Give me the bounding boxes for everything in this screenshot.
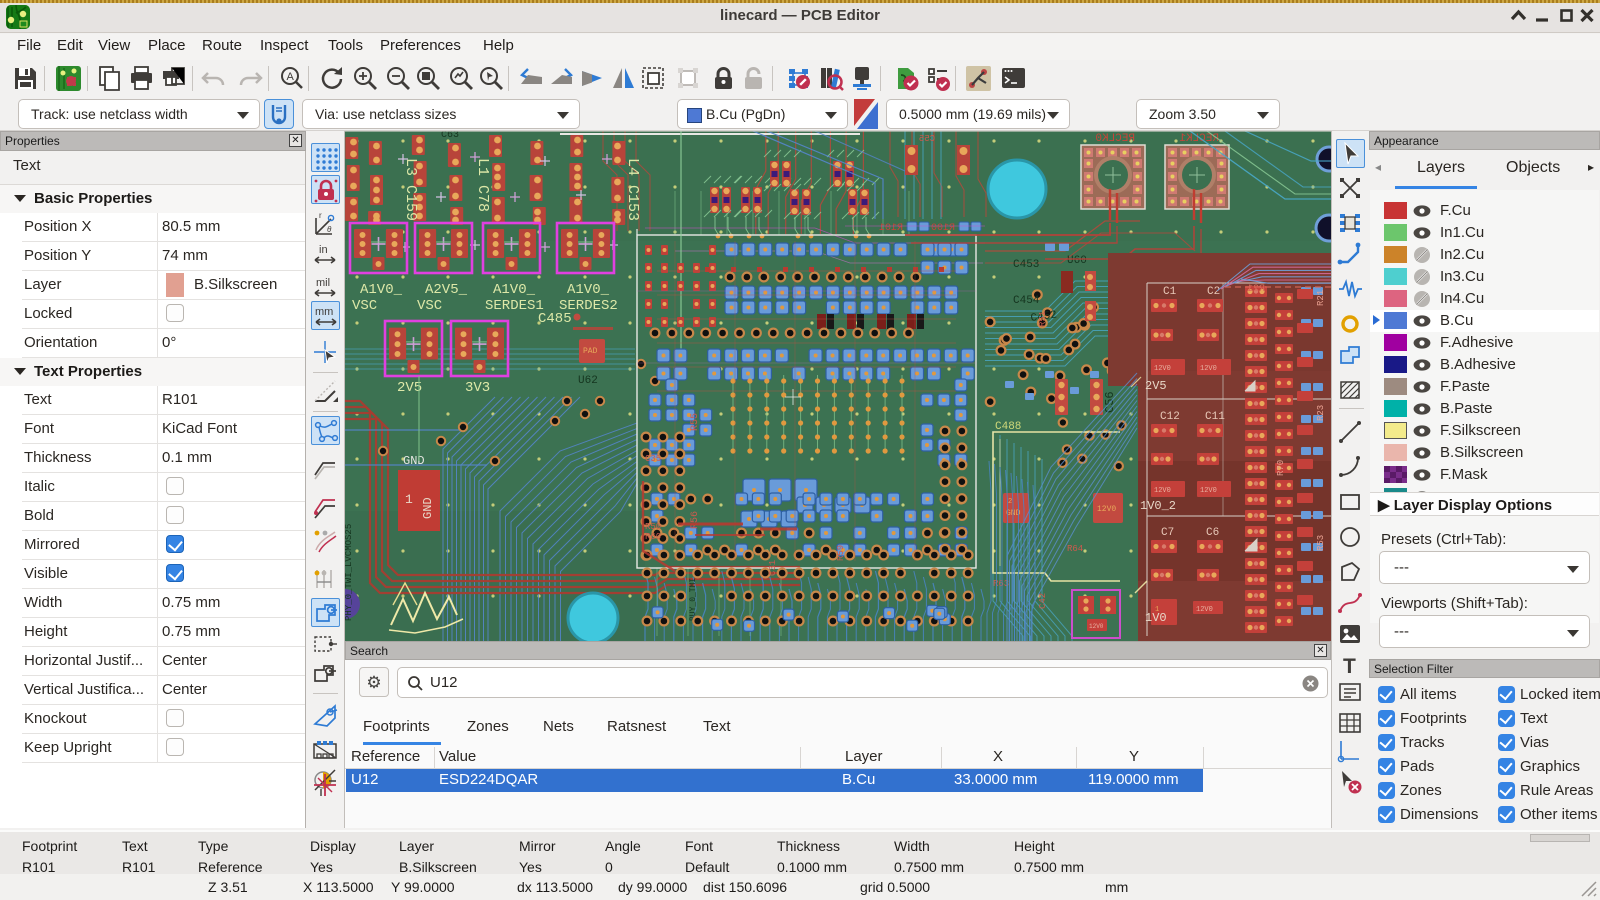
svg-text:U60: U60 <box>1067 255 1087 267</box>
svg-text:R101: R101 <box>879 223 903 234</box>
svg-text:12V0: 12V0 <box>1097 505 1116 514</box>
svg-text:in: in <box>319 244 328 256</box>
svg-text:C7: C7 <box>1161 527 1174 539</box>
svg-text:R64: R64 <box>1067 544 1083 554</box>
svg-text:R59: R59 <box>836 545 846 561</box>
svg-text:R51: R51 <box>1038 311 1048 327</box>
svg-text:mil: mil <box>316 277 330 289</box>
svg-text:A1V0_: A1V0_ <box>360 282 403 298</box>
svg-text:C453: C453 <box>1013 259 1039 271</box>
svg-text:U62: U62 <box>578 375 598 387</box>
svg-text:R55: R55 <box>690 413 701 431</box>
svg-text:PAD: PAD <box>583 347 598 356</box>
svg-text:VSC: VSC <box>352 298 377 314</box>
svg-text:C2: C2 <box>1207 286 1220 298</box>
svg-text:C454: C454 <box>1013 295 1040 307</box>
svg-text:R21: R21 <box>1316 290 1326 306</box>
svg-text:L1 C78: L1 C78 <box>474 158 491 212</box>
svg-text:12V0: 12V0 <box>1200 487 1217 495</box>
svg-text:R53: R53 <box>1316 535 1326 551</box>
svg-text:A1V0_: A1V0_ <box>493 282 536 298</box>
svg-text:SERDES1: SERDES1 <box>485 298 544 314</box>
svg-text:T: T <box>1343 655 1356 678</box>
svg-text:R21: R21 <box>1247 284 1265 295</box>
svg-text:R23: R23 <box>1316 405 1326 421</box>
svg-text:r: r <box>319 211 322 220</box>
svg-text:L3 C159: L3 C159 <box>402 158 419 221</box>
svg-text:1V0_2: 1V0_2 <box>1140 499 1176 513</box>
svg-text:BUY_0_TMI: BUY_0_TMI <box>689 578 698 621</box>
svg-text:θ: θ <box>327 225 332 234</box>
svg-text:R50: R50 <box>645 522 661 532</box>
svg-text:C31: C31 <box>768 560 778 576</box>
svg-text:PHY_0_TWI_LVCMOS25: PHY_0_TWI_LVCMOS25 <box>345 524 354 621</box>
svg-text:A1V0_: A1V0_ <box>567 282 610 298</box>
svg-text:1V0: 1V0 <box>1145 611 1167 625</box>
svg-text:12V0: 12V0 <box>1089 623 1104 630</box>
svg-text:A: A <box>287 71 295 83</box>
svg-text:12V0: 12V0 <box>1200 365 1217 373</box>
svg-text:C6: C6 <box>1206 527 1219 539</box>
svg-text:R56: R56 <box>690 511 701 529</box>
svg-text:12V0: 12V0 <box>1154 365 1171 373</box>
svg-text:C485: C485 <box>538 311 572 327</box>
svg-text:GND: GND <box>403 454 425 468</box>
svg-text:VSC: VSC <box>417 298 442 314</box>
svg-text:C55: C55 <box>919 134 935 144</box>
svg-text:R100: R100 <box>931 223 955 234</box>
svg-text:C35: C35 <box>645 454 661 464</box>
svg-text:mm: mm <box>315 306 333 318</box>
svg-text:L4 C153: L4 C153 <box>624 158 641 221</box>
svg-text:1: 1 <box>405 492 413 507</box>
svg-text:RECLK0: RECLK0 <box>1095 133 1135 145</box>
svg-text:12V0: 12V0 <box>1196 606 1213 614</box>
svg-text:C63: C63 <box>441 131 459 141</box>
svg-text:C42: C42 <box>1038 593 1048 609</box>
svg-text:2V5: 2V5 <box>1145 379 1167 393</box>
svg-text:GND: GND <box>421 497 435 519</box>
svg-text:R70: R70 <box>1276 460 1286 476</box>
svg-text:C1: C1 <box>1163 286 1177 298</box>
svg-text:2: 2 <box>1008 498 1012 506</box>
svg-text:C12: C12 <box>1160 411 1180 423</box>
svg-text:R60: R60 <box>645 532 661 542</box>
svg-text:C11: C11 <box>1205 411 1225 423</box>
svg-text:12V0: 12V0 <box>1154 487 1171 495</box>
svg-text:3V3: 3V3 <box>465 380 490 396</box>
svg-text:A2V5_: A2V5_ <box>425 282 468 298</box>
